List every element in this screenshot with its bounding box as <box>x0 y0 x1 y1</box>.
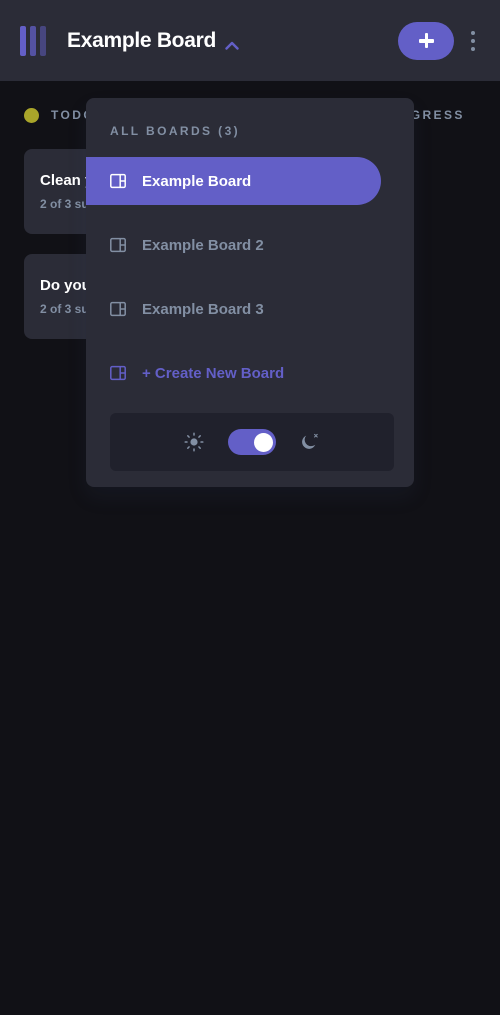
moon-icon <box>300 432 320 452</box>
board-list-item-label: Example Board 2 <box>142 236 264 254</box>
kebab-dot <box>471 46 475 51</box>
board-list-item-label: Example Board 3 <box>142 300 264 318</box>
board-list-item-example-board-2[interactable]: Example Board 2 <box>86 221 414 269</box>
theme-toggle-container <box>110 413 394 471</box>
logo-bar <box>40 25 46 56</box>
board-switcher[interactable]: Example Board <box>67 29 239 53</box>
kebab-dot <box>471 38 475 43</box>
board-list-dropdown: ALL BOARDS (3) Example Board Example Boa… <box>86 98 414 487</box>
chevron-up-icon[interactable] <box>225 37 239 50</box>
kebab-dot <box>471 30 475 35</box>
plus-icon <box>418 33 434 48</box>
board-options-icon[interactable] <box>460 21 486 61</box>
page-title: Example Board <box>67 28 216 52</box>
app-header: Example Board <box>0 0 500 81</box>
logo-bar <box>30 25 36 56</box>
board-icon <box>110 365 126 381</box>
kanban-logo-icon <box>20 25 46 56</box>
create-new-board-button[interactable]: + Create New Board <box>86 349 414 397</box>
add-new-task-button[interactable] <box>398 21 454 60</box>
theme-toggle-knob <box>253 432 273 452</box>
create-new-board-label: + Create New Board <box>142 364 285 382</box>
app-root: TODO Clean your room 2 of 3 subtasks Do … <box>0 0 500 1015</box>
board-list-item-example-board-3[interactable]: Example Board 3 <box>86 285 414 333</box>
board-icon <box>110 301 126 317</box>
logo-bar <box>20 25 26 56</box>
board-icon <box>110 173 126 189</box>
board-list: Example Board Example Board 2 Example Bo… <box>86 157 414 397</box>
header-actions <box>398 21 486 61</box>
all-boards-label: ALL BOARDS (3) <box>110 124 241 138</box>
column-status-dot <box>24 107 39 123</box>
board-icon <box>110 237 126 253</box>
theme-toggle-switch[interactable] <box>228 429 276 455</box>
board-list-item-example-board[interactable]: Example Board <box>86 157 381 205</box>
board-list-item-label: Example Board <box>142 172 252 190</box>
sun-icon <box>184 432 204 452</box>
